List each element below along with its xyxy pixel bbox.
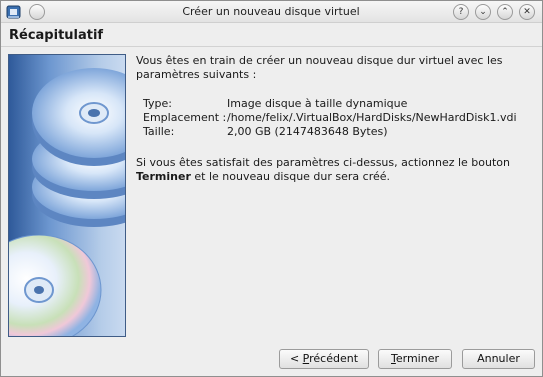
param-value: Image disque à taille dynamique: [227, 97, 408, 110]
help-button[interactable]: ?: [453, 4, 469, 20]
finish-rest: erminer: [395, 352, 439, 365]
back-prefix: <: [289, 352, 303, 365]
close-button[interactable]: ✕: [519, 4, 535, 20]
param-key: Type:: [143, 97, 172, 110]
intro-text: Vous êtes en train de créer un nouveau d…: [136, 54, 503, 81]
page-title: Récapitulatif: [9, 28, 104, 43]
param-key: Taille:: [143, 125, 175, 138]
virtualbox-app-icon[interactable]: [6, 4, 22, 20]
minimize-button[interactable]: ⌄: [475, 4, 491, 20]
summary-text: Si vous êtes satisfait des paramètres ci…: [136, 156, 536, 184]
param-value: /home/felix/.VirtualBox/HardDisks/NewHar…: [227, 111, 517, 124]
summary-text-pre: Si vous êtes satisfait des paramètres ci…: [136, 156, 511, 169]
wizard-header: Récapitulatif: [1, 23, 542, 47]
title-bar[interactable]: Créer un nouveau disque virtuel ? ⌄ ⌃ ✕: [1, 1, 542, 23]
param-key: Emplacement :: [143, 111, 227, 124]
maximize-button[interactable]: ⌃: [497, 4, 513, 20]
wizard-side-image: [8, 54, 126, 337]
menu-circle-icon[interactable]: [29, 4, 45, 20]
cancel-button[interactable]: Annuler: [462, 349, 535, 369]
back-rest: récédent: [309, 352, 359, 365]
summary-content: Vous êtes en train de créer un nouveau d…: [136, 54, 536, 183]
back-button[interactable]: < Précédent: [279, 349, 369, 369]
dialog-window: Créer un nouveau disque virtuel ? ⌄ ⌃ ✕ …: [0, 0, 543, 377]
finish-button[interactable]: Terminer: [378, 349, 452, 369]
summary-text-post: et le nouveau disque dur sera créé.: [190, 170, 391, 183]
param-value: 2,00 GB (2147483648 Bytes): [227, 125, 388, 138]
single-disc-icon: [9, 235, 102, 336]
summary-finish-word: Terminer: [136, 170, 191, 183]
window-title: Créer un nouveau disque virtuel: [182, 5, 360, 18]
